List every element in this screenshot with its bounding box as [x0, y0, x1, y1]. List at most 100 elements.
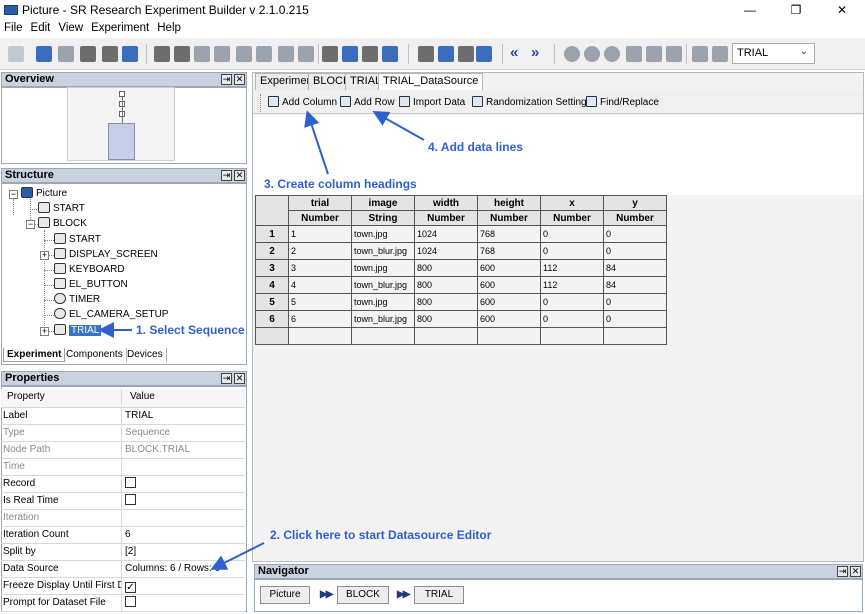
randomization-setting-button[interactable]: Randomization Setting: [472, 96, 587, 110]
minimize-button[interactable]: —: [727, 0, 773, 21]
column-header-name[interactable]: width: [414, 195, 478, 211]
paste-icon[interactable]: [256, 46, 272, 62]
data-source-value[interactable]: Columns: 6 / Rows: 6: [125, 561, 220, 577]
grid-cell[interactable]: 0: [603, 242, 667, 260]
grid-cell[interactable]: 0: [603, 225, 667, 243]
navigator-crumb-picture[interactable]: Picture: [260, 586, 310, 604]
pin-icon[interactable]: ⇥: [221, 170, 232, 181]
grid-cell[interactable]: 600: [477, 276, 541, 294]
grid-cell[interactable]: 1: [288, 225, 352, 243]
deploy-icon[interactable]: [122, 46, 138, 62]
menu-edit[interactable]: Edit: [27, 21, 55, 34]
row-number-empty[interactable]: [255, 327, 289, 345]
grid-cell[interactable]: 112: [540, 276, 604, 294]
grid-cell[interactable]: 600: [477, 259, 541, 277]
grid-cell[interactable]: 800: [414, 293, 478, 311]
copy-icon[interactable]: [214, 46, 230, 62]
add-column-button[interactable]: Add Column: [268, 96, 337, 110]
deploy-run-icon[interactable]: [382, 46, 398, 62]
row-number[interactable]: 3: [255, 259, 289, 277]
grid-cell[interactable]: 0: [540, 225, 604, 243]
grid-cell[interactable]: 800: [414, 310, 478, 328]
close-icon[interactable]: ✕: [234, 373, 245, 384]
row-number[interactable]: 6: [255, 310, 289, 328]
chart-icon[interactable]: [438, 46, 454, 62]
column-header-name[interactable]: image: [351, 195, 415, 211]
delete-icon[interactable]: [278, 46, 294, 62]
close-button[interactable]: ✕: [819, 0, 865, 21]
grid-cell[interactable]: 0: [603, 310, 667, 328]
prop-data-source[interactable]: Data Source Columns: 6 / Rows: 6: [1, 561, 245, 578]
expand-display-icon[interactable]: +: [40, 251, 49, 260]
grid-cell[interactable]: 84: [603, 259, 667, 277]
grid-cell[interactable]: 600: [477, 310, 541, 328]
grid-cell[interactable]: town.jpg: [351, 259, 415, 277]
tree-node-start-inner[interactable]: START: [54, 233, 101, 247]
grid-cell[interactable]: 0: [603, 293, 667, 311]
close-icon[interactable]: ✕: [234, 170, 245, 181]
close-icon[interactable]: ✕: [234, 74, 245, 85]
row-number[interactable]: 1: [255, 225, 289, 243]
grid-cell[interactable]: [477, 327, 541, 345]
grid-cell[interactable]: town_blur.jpg: [351, 242, 415, 260]
add-row-button[interactable]: Add Row: [340, 96, 395, 110]
tab-experiment[interactable]: Experiment: [3, 348, 66, 362]
row-number[interactable]: 2: [255, 242, 289, 260]
prop-split-by[interactable]: Split by [2]: [1, 544, 245, 561]
column-header-name[interactable]: height: [477, 195, 541, 211]
tree-node-camera-setup[interactable]: EL_CAMERA_SETUP: [54, 308, 168, 322]
menu-experiment[interactable]: Experiment: [87, 21, 153, 34]
find-replace-button[interactable]: Find/Replace: [586, 96, 659, 110]
grid-cell[interactable]: [540, 327, 604, 345]
prompt-dataset-checkbox[interactable]: [125, 596, 136, 607]
tree-node-start[interactable]: START: [38, 202, 85, 216]
grid-cell[interactable]: [414, 327, 478, 345]
grid-cell[interactable]: town_blur.jpg: [351, 276, 415, 294]
record-checkbox[interactable]: [125, 477, 136, 488]
grid-cell[interactable]: [351, 327, 415, 345]
play-icon[interactable]: [458, 46, 474, 62]
redo-icon[interactable]: [174, 46, 190, 62]
tree-node-picture[interactable]: Picture: [21, 187, 67, 201]
grid-cell[interactable]: town.jpg: [351, 293, 415, 311]
is-real-time-checkbox[interactable]: [125, 494, 136, 505]
grid-cell[interactable]: 600: [477, 293, 541, 311]
pin-icon[interactable]: ⇥: [221, 74, 232, 85]
column-header-name[interactable]: trial: [288, 195, 352, 211]
grid-cell[interactable]: 0: [540, 293, 604, 311]
tab-trial-datasource[interactable]: TRIAL_DataSource: [378, 73, 484, 91]
tab-components[interactable]: Components: [63, 348, 127, 362]
back-arrow-icon[interactable]: «: [510, 44, 518, 61]
grid-cell[interactable]: 800: [414, 276, 478, 294]
pin-icon[interactable]: ⇥: [837, 566, 848, 577]
menu-help[interactable]: Help: [153, 21, 185, 34]
navigator-crumb-block[interactable]: BLOCK: [337, 586, 389, 604]
column-header-type[interactable]: Number: [540, 210, 604, 226]
column-header-type[interactable]: Number: [477, 210, 541, 226]
grid-cell[interactable]: 0: [540, 310, 604, 328]
wizard-icon[interactable]: [418, 46, 434, 62]
export-icon[interactable]: [692, 46, 708, 62]
column-header-type[interactable]: Number: [603, 210, 667, 226]
freeze-display-checkbox[interactable]: ✓: [125, 582, 136, 593]
grid-cell[interactable]: [288, 327, 352, 345]
pin-icon[interactable]: ⇥: [221, 373, 232, 384]
grid-cell[interactable]: [603, 327, 667, 345]
column-header-name[interactable]: y: [603, 195, 667, 211]
open-file-icon[interactable]: [36, 46, 52, 62]
import-data-button[interactable]: Import Data: [399, 96, 465, 110]
tree-node-trial[interactable]: TRIAL: [54, 324, 102, 338]
grid-cell[interactable]: 6: [288, 310, 352, 328]
grid-cell[interactable]: 3: [288, 259, 352, 277]
column-header-type[interactable]: String: [351, 210, 415, 226]
prop-label[interactable]: Label TRIAL: [1, 408, 245, 425]
save-as-icon[interactable]: [80, 46, 96, 62]
column-header-name[interactable]: x: [540, 195, 604, 211]
overview-viewport[interactable]: [108, 123, 135, 160]
column-header-type[interactable]: Number: [414, 210, 478, 226]
graph-icon[interactable]: [476, 46, 492, 62]
maximize-button[interactable]: ❐: [773, 0, 819, 21]
grid-cell[interactable]: 1024: [414, 225, 478, 243]
grid-cell[interactable]: 84: [603, 276, 667, 294]
grid-icon[interactable]: [626, 46, 642, 62]
